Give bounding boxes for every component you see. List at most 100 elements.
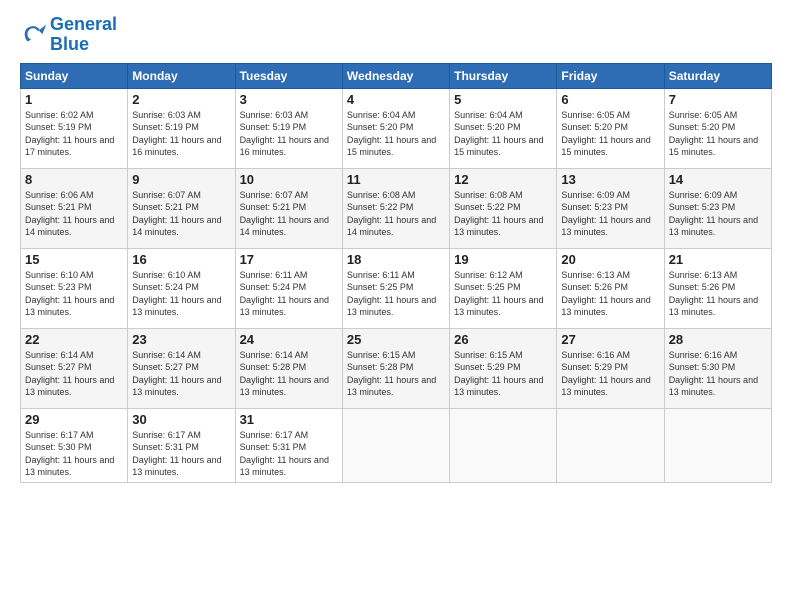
day-info: Sunrise: 6:10 AMSunset: 5:24 PMDaylight:…	[132, 269, 230, 319]
calendar-cell: 25 Sunrise: 6:15 AMSunset: 5:28 PMDayligh…	[342, 328, 449, 408]
calendar-cell: 3 Sunrise: 6:03 AMSunset: 5:19 PMDaylight…	[235, 88, 342, 168]
day-info: Sunrise: 6:04 AMSunset: 5:20 PMDaylight:…	[454, 109, 552, 159]
day-number: 3	[240, 92, 338, 107]
calendar-cell: 27 Sunrise: 6:16 AMSunset: 5:29 PMDayligh…	[557, 328, 664, 408]
day-number: 7	[669, 92, 767, 107]
logo-text: General Blue	[50, 15, 117, 55]
calendar-week-4: 22 Sunrise: 6:14 AMSunset: 5:27 PMDayligh…	[21, 328, 772, 408]
day-info: Sunrise: 6:05 AMSunset: 5:20 PMDaylight:…	[669, 109, 767, 159]
calendar-cell	[557, 408, 664, 482]
calendar-cell: 2Sunrise: 6:03 AMSunset: 5:19 PMDaylight…	[128, 88, 235, 168]
day-number: 21	[669, 252, 767, 267]
day-info: Sunrise: 6:03 AMSunset: 5:19 PMDaylight:…	[132, 109, 230, 159]
day-info: Sunrise: 6:14 AMSunset: 5:27 PMDaylight:…	[25, 349, 123, 399]
day-number: 15	[25, 252, 123, 267]
day-info: Sunrise: 6:10 AMSunset: 5:23 PMDaylight:…	[25, 269, 123, 319]
day-number: 12	[454, 172, 552, 187]
day-number: 30	[132, 412, 230, 427]
day-number: 22	[25, 332, 123, 347]
calendar-cell: 16 Sunrise: 6:10 AMSunset: 5:24 PMDayligh…	[128, 248, 235, 328]
calendar-cell	[450, 408, 557, 482]
weekday-header-monday: Monday	[128, 63, 235, 88]
day-info: Sunrise: 6:05 AMSunset: 5:20 PMDaylight:…	[561, 109, 659, 159]
day-info: Sunrise: 6:17 AMSunset: 5:30 PMDaylight:…	[25, 429, 123, 479]
day-number: 31	[240, 412, 338, 427]
day-number: 1	[25, 92, 123, 107]
calendar-cell: 13Sunrise: 6:09 AMSunset: 5:23 PMDayligh…	[557, 168, 664, 248]
day-number: 26	[454, 332, 552, 347]
calendar-week-5: 29 Sunrise: 6:17 AMSunset: 5:30 PMDayligh…	[21, 408, 772, 482]
day-info: Sunrise: 6:08 AMSunset: 5:22 PMDaylight:…	[347, 189, 445, 239]
calendar-cell: 22 Sunrise: 6:14 AMSunset: 5:27 PMDayligh…	[21, 328, 128, 408]
day-info: Sunrise: 6:14 AMSunset: 5:28 PMDaylight:…	[240, 349, 338, 399]
day-info: Sunrise: 6:12 AMSunset: 5:25 PMDaylight:…	[454, 269, 552, 319]
day-number: 25	[347, 332, 445, 347]
weekday-header-row: SundayMondayTuesdayWednesdayThursdayFrid…	[21, 63, 772, 88]
weekday-header-wednesday: Wednesday	[342, 63, 449, 88]
day-info: Sunrise: 6:15 AMSunset: 5:29 PMDaylight:…	[454, 349, 552, 399]
page: General Blue SundayMondayTuesdayWednesda…	[0, 0, 792, 612]
day-number: 24	[240, 332, 338, 347]
day-info: Sunrise: 6:13 AMSunset: 5:26 PMDaylight:…	[669, 269, 767, 319]
calendar-cell: 11 Sunrise: 6:08 AMSunset: 5:22 PMDayligh…	[342, 168, 449, 248]
day-info: Sunrise: 6:07 AMSunset: 5:21 PMDaylight:…	[132, 189, 230, 239]
day-number: 27	[561, 332, 659, 347]
calendar-table: SundayMondayTuesdayWednesdayThursdayFrid…	[20, 63, 772, 483]
day-info: Sunrise: 6:16 AMSunset: 5:30 PMDaylight:…	[669, 349, 767, 399]
day-number: 23	[132, 332, 230, 347]
day-info: Sunrise: 6:15 AMSunset: 5:28 PMDaylight:…	[347, 349, 445, 399]
day-number: 14	[669, 172, 767, 187]
day-number: 4	[347, 92, 445, 107]
calendar-cell: 21 Sunrise: 6:13 AMSunset: 5:26 PMDayligh…	[664, 248, 771, 328]
calendar-cell: 24 Sunrise: 6:14 AMSunset: 5:28 PMDayligh…	[235, 328, 342, 408]
day-info: Sunrise: 6:07 AMSunset: 5:21 PMDaylight:…	[240, 189, 338, 239]
calendar-cell: 26 Sunrise: 6:15 AMSunset: 5:29 PMDayligh…	[450, 328, 557, 408]
calendar-cell: 17Sunrise: 6:11 AMSunset: 5:24 PMDayligh…	[235, 248, 342, 328]
day-info: Sunrise: 6:17 AMSunset: 5:31 PMDaylight:…	[240, 429, 338, 479]
calendar-cell: 28 Sunrise: 6:16 AMSunset: 5:30 PMDayligh…	[664, 328, 771, 408]
calendar-cell: 23Sunrise: 6:14 AMSunset: 5:27 PMDayligh…	[128, 328, 235, 408]
day-info: Sunrise: 6:13 AMSunset: 5:26 PMDaylight:…	[561, 269, 659, 319]
calendar-cell: 30Sunrise: 6:17 AMSunset: 5:31 PMDayligh…	[128, 408, 235, 482]
calendar-cell	[342, 408, 449, 482]
day-number: 17	[240, 252, 338, 267]
calendar-week-1: 1 Sunrise: 6:02 AMSunset: 5:19 PMDaylight…	[21, 88, 772, 168]
day-info: Sunrise: 6:02 AMSunset: 5:19 PMDaylight:…	[25, 109, 123, 159]
calendar-cell: 10Sunrise: 6:07 AMSunset: 5:21 PMDayligh…	[235, 168, 342, 248]
day-info: Sunrise: 6:09 AMSunset: 5:23 PMDaylight:…	[561, 189, 659, 239]
day-number: 20	[561, 252, 659, 267]
calendar-cell: 15 Sunrise: 6:10 AMSunset: 5:23 PMDayligh…	[21, 248, 128, 328]
weekday-header-tuesday: Tuesday	[235, 63, 342, 88]
calendar-cell: 7 Sunrise: 6:05 AMSunset: 5:20 PMDaylight…	[664, 88, 771, 168]
calendar-cell: 18 Sunrise: 6:11 AMSunset: 5:25 PMDayligh…	[342, 248, 449, 328]
day-info: Sunrise: 6:04 AMSunset: 5:20 PMDaylight:…	[347, 109, 445, 159]
day-info: Sunrise: 6:06 AMSunset: 5:21 PMDaylight:…	[25, 189, 123, 239]
calendar-cell: 29 Sunrise: 6:17 AMSunset: 5:30 PMDayligh…	[21, 408, 128, 482]
calendar-cell: 1 Sunrise: 6:02 AMSunset: 5:19 PMDaylight…	[21, 88, 128, 168]
calendar-cell: 6Sunrise: 6:05 AMSunset: 5:20 PMDaylight…	[557, 88, 664, 168]
day-number: 19	[454, 252, 552, 267]
calendar-cell: 5 Sunrise: 6:04 AMSunset: 5:20 PMDaylight…	[450, 88, 557, 168]
weekday-header-friday: Friday	[557, 63, 664, 88]
calendar-cell: 14Sunrise: 6:09 AMSunset: 5:23 PMDayligh…	[664, 168, 771, 248]
weekday-header-sunday: Sunday	[21, 63, 128, 88]
calendar-cell: 8 Sunrise: 6:06 AMSunset: 5:21 PMDaylight…	[21, 168, 128, 248]
logo: General Blue	[20, 15, 117, 55]
day-number: 9	[132, 172, 230, 187]
header: General Blue	[20, 15, 772, 55]
day-number: 18	[347, 252, 445, 267]
calendar-cell: 9 Sunrise: 6:07 AMSunset: 5:21 PMDaylight…	[128, 168, 235, 248]
calendar-cell: 19 Sunrise: 6:12 AMSunset: 5:25 PMDayligh…	[450, 248, 557, 328]
day-number: 8	[25, 172, 123, 187]
day-info: Sunrise: 6:03 AMSunset: 5:19 PMDaylight:…	[240, 109, 338, 159]
day-info: Sunrise: 6:11 AMSunset: 5:25 PMDaylight:…	[347, 269, 445, 319]
day-info: Sunrise: 6:08 AMSunset: 5:22 PMDaylight:…	[454, 189, 552, 239]
day-number: 29	[25, 412, 123, 427]
day-number: 28	[669, 332, 767, 347]
day-info: Sunrise: 6:16 AMSunset: 5:29 PMDaylight:…	[561, 349, 659, 399]
logo-icon	[20, 21, 48, 49]
day-number: 16	[132, 252, 230, 267]
calendar-cell: 12 Sunrise: 6:08 AMSunset: 5:22 PMDayligh…	[450, 168, 557, 248]
day-number: 11	[347, 172, 445, 187]
day-number: 5	[454, 92, 552, 107]
